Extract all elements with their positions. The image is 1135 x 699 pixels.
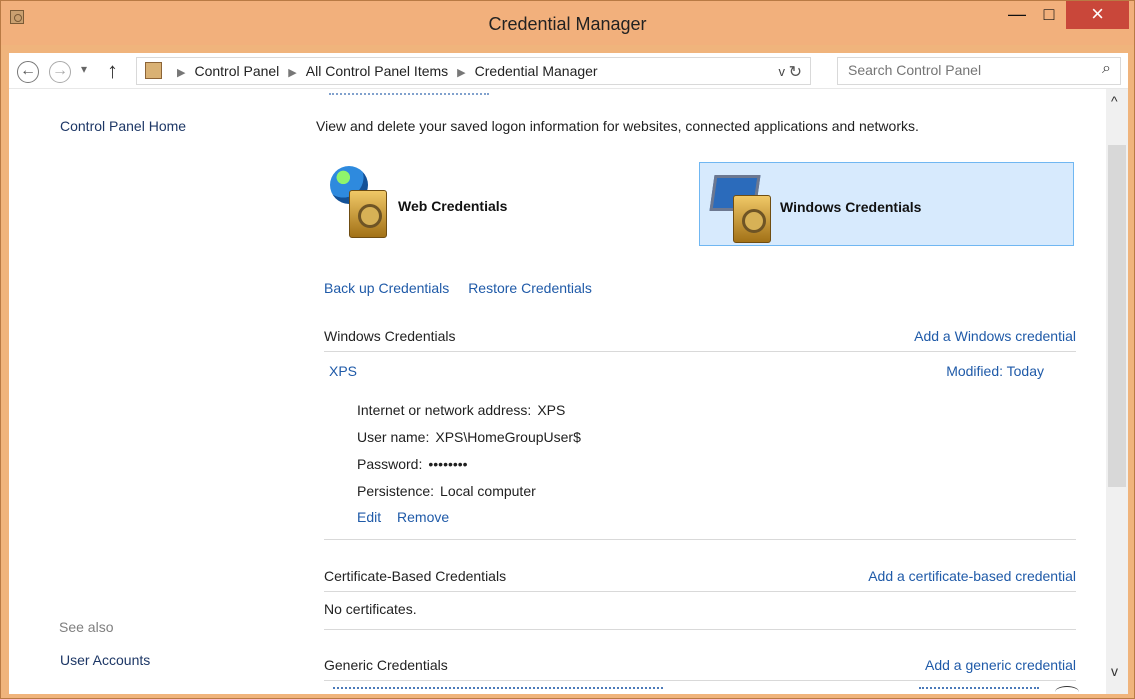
credential-actions: Edit Remove — [357, 509, 461, 525]
search-input[interactable] — [848, 62, 1068, 78]
password-label: Password: — [357, 456, 423, 472]
user-accounts-link[interactable]: User Accounts — [60, 652, 150, 668]
breadcrumb-separator-icon: ▶ — [177, 67, 186, 79]
password-row: Password: •••••••• — [357, 451, 581, 478]
scrollbar-thumb[interactable] — [1108, 145, 1126, 487]
persistence-label: Persistence: — [357, 483, 435, 499]
window-title: Credential Manager — [488, 14, 647, 34]
control-panel-icon — [145, 62, 162, 79]
vertical-scrollbar[interactable]: ^ v — [1106, 89, 1128, 694]
edit-credential-link[interactable]: Edit — [357, 509, 381, 525]
left-navigation-pane: Control Panel Home See also User Account… — [9, 89, 309, 694]
maximize-button[interactable]: □ — [1034, 1, 1064, 29]
credential-modified-date: Modified: Today — [946, 363, 1044, 379]
partially-visible-heading — [329, 89, 489, 95]
search-icon[interactable]: ⌕ — [1102, 60, 1111, 78]
credential-xps-name[interactable]: XPS — [329, 363, 357, 379]
partially-visible-expand-button[interactable] — [1055, 686, 1079, 694]
no-certificates-message: No certificates. — [324, 601, 417, 617]
up-button[interactable]: ↑ — [107, 58, 118, 84]
breadcrumb-credential-manager[interactable]: Credential Manager — [475, 63, 598, 79]
credential-manager-window: Credential Manager — □ × ← → ▾ ↑ ▶ Contro… — [0, 0, 1135, 699]
windows-credentials-heading: Windows Credentials — [324, 328, 456, 344]
add-windows-credential-link[interactable]: Add a Windows credential — [914, 328, 1076, 344]
back-up-credentials-link[interactable]: Back up Credentials — [324, 280, 449, 296]
control-panel-home-link[interactable]: Control Panel Home — [60, 118, 186, 134]
address-dropdown-icon[interactable]: v — [779, 64, 786, 79]
windows-credentials-tile[interactable]: Windows Credentials — [699, 162, 1074, 246]
remove-credential-link[interactable]: Remove — [397, 509, 449, 525]
address-value: XPS — [537, 402, 566, 418]
content-area: Control Panel Home See also User Account… — [9, 89, 1128, 694]
credential-details: Internet or network address: XPS User nam… — [357, 397, 581, 505]
credential-manager-main-pane: View and delete your saved logon informa… — [309, 89, 1099, 694]
internet-address-row: Internet or network address: XPS — [357, 397, 581, 424]
see-also-heading: See also — [59, 619, 114, 635]
restore-credentials-link[interactable]: Restore Credentials — [468, 280, 592, 296]
certificate-credentials-section: Certificate-Based Credentials Add a cert… — [324, 565, 1076, 592]
breadcrumb-separator-icon: ▶ — [457, 67, 466, 79]
scroll-up-icon[interactable]: ^ — [1111, 93, 1118, 109]
modified-value: Today — [1006, 363, 1044, 379]
modified-label: Modified: — [946, 363, 1003, 379]
breadcrumb-control-panel[interactable]: Control Panel — [194, 63, 279, 79]
generic-credentials-section: Generic Credentials Add a generic creden… — [324, 654, 1076, 681]
page-description: View and delete your saved logon informa… — [316, 118, 919, 134]
recent-locations-dropdown[interactable]: ▾ — [81, 62, 87, 76]
forward-button[interactable]: → — [49, 61, 71, 83]
credential-divider — [324, 539, 1076, 540]
breadcrumb-separator-icon: ▶ — [288, 67, 297, 79]
vault-icon — [733, 195, 771, 243]
certificate-credentials-heading: Certificate-Based Credentials — [324, 568, 507, 584]
add-certificate-credential-link[interactable]: Add a certificate-based credential — [868, 568, 1076, 584]
search-box[interactable]: ⌕ — [837, 57, 1121, 85]
breadcrumb-all-items[interactable]: All Control Panel Items — [306, 63, 448, 79]
partially-visible-generic-credential[interactable] — [333, 687, 663, 693]
password-value: •••••••• — [428, 456, 468, 472]
backup-restore-links: Back up Credentials Restore Credentials — [324, 280, 607, 296]
scroll-down-icon[interactable]: v — [1111, 663, 1118, 679]
refresh-icon[interactable]: ↻ — [789, 62, 802, 82]
user-name-row: User name: XPS\HomeGroupUser$ — [357, 424, 581, 451]
back-button[interactable]: ← — [17, 61, 39, 83]
user-name-label: User name: — [357, 429, 430, 445]
generic-credentials-heading: Generic Credentials — [324, 657, 448, 673]
minimize-button[interactable]: — — [1002, 1, 1032, 29]
windows-credentials-label: Windows Credentials — [780, 199, 922, 215]
web-credentials-label: Web Credentials — [398, 198, 508, 214]
address-bar[interactable]: ▶ Control Panel ▶ All Control Panel Items ▶ C… — [136, 57, 811, 85]
windows-credentials-section: Windows Credentials Add a Windows creden… — [324, 325, 1076, 352]
persistence-value: Local computer — [440, 483, 536, 499]
close-button[interactable]: × — [1066, 1, 1129, 29]
title-bar: Credential Manager — □ × — [1, 1, 1134, 45]
add-generic-credential-link[interactable]: Add a generic credential — [925, 657, 1076, 673]
address-label: Internet or network address: — [357, 402, 532, 418]
web-credentials-tile[interactable]: Web Credentials — [326, 162, 564, 246]
breadcrumb: ▶ Control Panel ▶ All Control Panel Items ▶ C… — [168, 63, 598, 79]
persistence-row: Persistence: Local computer — [357, 478, 581, 505]
user-name-value: XPS\HomeGroupUser$ — [435, 429, 581, 445]
vault-icon — [349, 190, 387, 238]
partially-visible-modified-date — [919, 687, 1039, 693]
navigation-bar: ← → ▾ ↑ ▶ Control Panel ▶ All Control Panel… — [9, 53, 1128, 89]
certificate-divider — [324, 629, 1076, 630]
